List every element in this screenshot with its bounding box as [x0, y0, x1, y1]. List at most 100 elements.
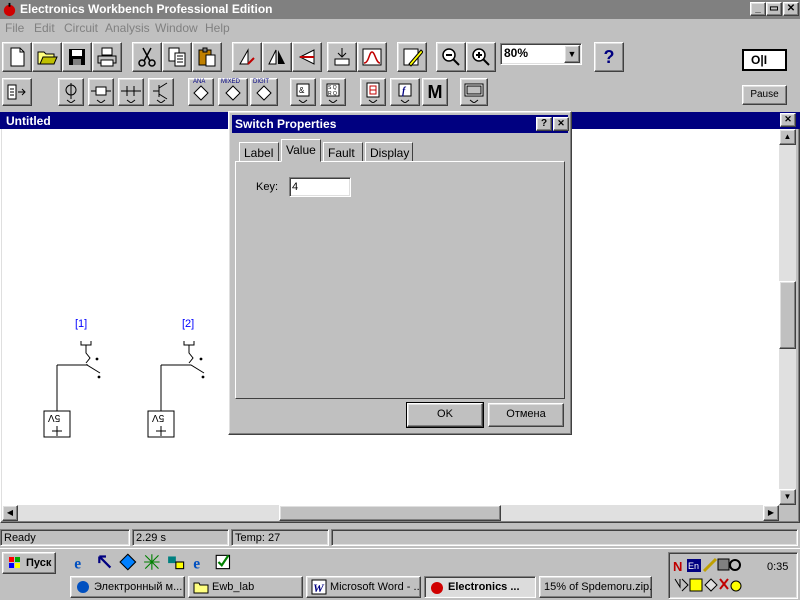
- diodes-bin-button[interactable]: [118, 78, 144, 106]
- task-download[interactable]: 15% of Spdemoru.zip...: [539, 576, 652, 598]
- menu-analysis[interactable]: Analysis: [105, 21, 150, 35]
- word-icon: W: [311, 579, 327, 595]
- svg-text:&: &: [299, 86, 305, 95]
- tab-value[interactable]: Value: [281, 139, 321, 162]
- save-button[interactable]: [62, 42, 92, 72]
- scroll-up-arrow-icon[interactable]: ▲: [779, 129, 796, 145]
- horizontal-scroll-thumb[interactable]: [279, 505, 501, 521]
- paste-button[interactable]: [192, 42, 222, 72]
- zoom-out-button[interactable]: [436, 42, 466, 72]
- switch-1[interactable]: [56, 341, 101, 411]
- digit-label: DIGIT: [253, 79, 269, 85]
- tab-fault[interactable]: Fault: [323, 142, 363, 162]
- cut-button[interactable]: [132, 42, 162, 72]
- grid-icon[interactable]: [143, 553, 161, 571]
- electronics-workbench-app-icon: [431, 582, 443, 594]
- power-switch[interactable]: O|I: [742, 49, 787, 71]
- flip-vertical-button[interactable]: [292, 42, 322, 72]
- pause-button[interactable]: Pause: [742, 85, 787, 105]
- tray-icons[interactable]: N En: [672, 557, 744, 595]
- ok-button[interactable]: OK: [406, 402, 484, 428]
- menu-edit[interactable]: Edit: [34, 21, 55, 35]
- key-input[interactable]: [289, 177, 351, 197]
- task-label: Электронный м...: [94, 581, 183, 593]
- resistor-icon: [91, 86, 111, 103]
- svg-text:N: N: [673, 559, 682, 574]
- component-properties-button[interactable]: [397, 42, 427, 72]
- m-label: M: [427, 81, 443, 102]
- zoom-value: 80%: [504, 46, 529, 60]
- scroll-right-arrow-icon[interactable]: ▶: [763, 505, 779, 521]
- value-tab-panel: Key:: [235, 161, 565, 399]
- internet-explorer-icon[interactable]: e: [72, 553, 90, 571]
- close-button[interactable]: ✕: [783, 2, 799, 16]
- check-icon[interactable]: [214, 553, 232, 571]
- menu-file[interactable]: File: [5, 21, 24, 35]
- arrow-icon[interactable]: [96, 553, 114, 571]
- subcircuit-button[interactable]: [327, 42, 357, 72]
- diamond-icon[interactable]: [119, 553, 137, 571]
- taskbar: Пуск e e Электронный м... Ewb_lab W Micr…: [0, 548, 800, 600]
- instruments-bin-button[interactable]: [460, 78, 488, 106]
- copy-button[interactable]: [162, 42, 192, 72]
- start-button[interactable]: Пуск: [2, 552, 56, 574]
- cancel-button[interactable]: Отмена: [488, 403, 564, 427]
- new-file-icon: [10, 47, 25, 67]
- electronics-workbench-app-icon: [3, 2, 16, 17]
- help-button[interactable]: ?: [594, 42, 624, 72]
- vertical-scrollbar[interactable]: ▲ ▼: [779, 129, 796, 505]
- zoom-in-icon: [472, 48, 490, 66]
- print-button[interactable]: [92, 42, 122, 72]
- minimize-button[interactable]: _: [750, 2, 766, 16]
- zoom-in-button[interactable]: [466, 42, 496, 72]
- horizontal-scrollbar[interactable]: ◀ ▶: [2, 505, 779, 521]
- digital-ics-bin-button[interactable]: DIGIT: [250, 78, 278, 106]
- new-file-button[interactable]: [2, 42, 32, 72]
- sources-bin-button[interactable]: [58, 78, 84, 106]
- restore-button[interactable]: ▭: [766, 2, 782, 16]
- flip-horizontal-button[interactable]: [262, 42, 292, 72]
- switch-2[interactable]: [160, 341, 205, 411]
- network-icon[interactable]: [167, 553, 185, 571]
- tab-label[interactable]: Label: [239, 142, 279, 162]
- task-label: 15% of Spdemoru.zip...: [544, 581, 652, 593]
- zoom-select[interactable]: 80% ▼: [500, 43, 582, 65]
- switch-2-label: [2]: [182, 318, 195, 330]
- parts-bin-icon: [7, 84, 26, 100]
- task-electronics[interactable]: Electronics ...: [424, 576, 536, 598]
- function-icon: f: [398, 83, 412, 103]
- graph-button[interactable]: [357, 42, 387, 72]
- pencil-icon: [403, 48, 423, 67]
- chevron-down-icon[interactable]: ▼: [564, 45, 580, 63]
- task-word[interactable]: W Microsoft Word - ...: [306, 576, 421, 598]
- open-file-button[interactable]: [32, 42, 62, 72]
- vertical-scroll-thumb[interactable]: [779, 281, 796, 349]
- dialog-help-button[interactable]: ?: [536, 117, 552, 131]
- transistors-bin-button[interactable]: [148, 78, 174, 106]
- scroll-down-arrow-icon[interactable]: ▼: [779, 489, 796, 505]
- menu-circuit[interactable]: Circuit: [64, 21, 98, 35]
- battery-1-label: 5V: [48, 412, 61, 423]
- dialog-close-button[interactable]: ✕: [553, 117, 569, 131]
- digital-bin-button[interactable]: S QR Q: [320, 78, 346, 106]
- favorites-bin-button[interactable]: [2, 78, 32, 106]
- circuit-window-close-button[interactable]: ✕: [780, 113, 796, 127]
- miscellaneous-bin-button[interactable]: M: [422, 78, 448, 106]
- flip-flop-icon: S QR Q: [326, 83, 340, 103]
- internet-explorer-icon[interactable]: e: [191, 553, 209, 571]
- menu-window[interactable]: Window: [155, 21, 198, 35]
- indicators-bin-button[interactable]: [360, 78, 386, 106]
- menu-help[interactable]: Help: [205, 21, 230, 35]
- rotate-button[interactable]: [232, 42, 262, 72]
- tab-display[interactable]: Display: [365, 142, 413, 162]
- logic-gates-bin-button[interactable]: &: [290, 78, 316, 106]
- basic-bin-button[interactable]: [88, 78, 114, 106]
- copy-icon: [168, 47, 186, 67]
- controls-bin-button[interactable]: f: [390, 78, 420, 106]
- task-electronic[interactable]: Электронный м...: [70, 576, 185, 598]
- analog-ics-bin-button[interactable]: ANA: [188, 78, 214, 106]
- task-ewb-lab[interactable]: Ewb_lab: [188, 576, 303, 598]
- status-temp: Temp: 27: [231, 529, 329, 546]
- mixed-ics-bin-button[interactable]: MIXED: [218, 78, 248, 106]
- scroll-left-arrow-icon[interactable]: ◀: [2, 505, 18, 521]
